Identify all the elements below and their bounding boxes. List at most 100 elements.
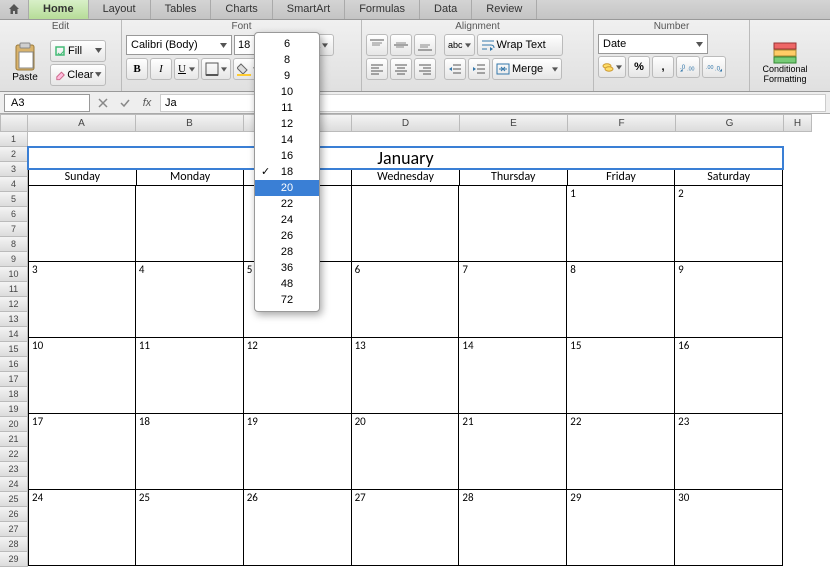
calendar-day-header[interactable]: Wednesday — [352, 169, 460, 186]
currency-button[interactable] — [598, 56, 626, 78]
tab-smartart[interactable]: SmartArt — [273, 0, 345, 19]
merge-button[interactable]: Merge — [492, 58, 562, 80]
font-size-option-36[interactable]: 36 — [255, 260, 319, 276]
fb-cancel-button[interactable] — [94, 94, 112, 112]
increase-decimal-button[interactable]: .0.00 — [676, 56, 700, 78]
row-header-24[interactable]: 24 — [0, 477, 28, 492]
calendar-cell[interactable]: 19 — [244, 414, 352, 490]
font-size-option-14[interactable]: 14 — [255, 132, 319, 148]
calendar-cell[interactable]: 17 — [28, 414, 136, 490]
calendar-cell[interactable]: 28 — [459, 490, 567, 566]
font-name-select[interactable]: Calibri (Body) — [126, 35, 232, 55]
column-header-E[interactable]: E — [460, 114, 568, 132]
calendar-cell[interactable] — [28, 186, 136, 262]
tab-charts[interactable]: Charts — [211, 0, 272, 19]
row-header-1[interactable]: 1 — [0, 132, 28, 147]
column-header-D[interactable]: D — [352, 114, 460, 132]
column-header-B[interactable]: B — [136, 114, 244, 132]
calendar-cell[interactable]: 25 — [136, 490, 244, 566]
tab-layout[interactable]: Layout — [89, 0, 151, 19]
calendar-cell[interactable]: 11 — [136, 338, 244, 414]
increase-indent-button[interactable] — [468, 58, 490, 80]
number-format-select[interactable]: Date — [598, 34, 708, 54]
calendar-cell[interactable]: 2 — [675, 186, 783, 262]
row-header-21[interactable]: 21 — [0, 432, 28, 447]
select-all-corner[interactable] — [0, 114, 28, 132]
calendar-cell[interactable]: 15 — [567, 338, 675, 414]
font-size-option-9[interactable]: 9 — [255, 68, 319, 84]
calendar-cell[interactable]: 29 — [567, 490, 675, 566]
italic-button[interactable]: I — [150, 58, 172, 80]
font-size-option-6[interactable]: 6 — [255, 36, 319, 52]
row-header-3[interactable]: 3 — [0, 162, 28, 177]
calendar-cell[interactable]: 24 — [28, 490, 136, 566]
row-header-19[interactable]: 19 — [0, 402, 28, 417]
conditional-formatting-button[interactable]: Conditional Formatting — [754, 36, 816, 90]
row-header-12[interactable]: 12 — [0, 297, 28, 312]
wrap-text-button[interactable]: Wrap Text — [477, 34, 563, 56]
column-header-F[interactable]: F — [568, 114, 676, 132]
tab-data[interactable]: Data — [420, 0, 472, 19]
name-box[interactable]: A3 — [4, 94, 90, 112]
row-header-27[interactable]: 27 — [0, 522, 28, 537]
calendar-cell[interactable] — [459, 186, 567, 262]
row-header-23[interactable]: 23 — [0, 462, 28, 477]
calendar-cell[interactable]: 22 — [567, 414, 675, 490]
calendar-cell[interactable]: 7 — [459, 262, 567, 338]
align-right-button[interactable] — [414, 58, 436, 80]
tab-tables[interactable]: Tables — [151, 0, 212, 19]
font-size-option-16[interactable]: 16 — [255, 148, 319, 164]
align-top-button[interactable] — [366, 34, 388, 56]
fb-enter-button[interactable] — [116, 94, 134, 112]
row-header-17[interactable]: 17 — [0, 372, 28, 387]
decrease-indent-button[interactable] — [444, 58, 466, 80]
font-size-option-26[interactable]: 26 — [255, 228, 319, 244]
tab-home-icon[interactable] — [0, 0, 29, 19]
row-header-16[interactable]: 16 — [0, 357, 28, 372]
align-middle-button[interactable] — [390, 34, 412, 56]
row-header-15[interactable]: 15 — [0, 342, 28, 357]
row-header-6[interactable]: 6 — [0, 207, 28, 222]
calendar-cell[interactable]: 1 — [567, 186, 675, 262]
row-header-14[interactable]: 14 — [0, 327, 28, 342]
orientation-button[interactable]: abc — [444, 34, 475, 56]
calendar-cell[interactable]: 10 — [28, 338, 136, 414]
percent-button[interactable]: % — [628, 56, 650, 78]
calendar-cell[interactable]: 14 — [459, 338, 567, 414]
column-header-H[interactable]: H — [784, 114, 812, 132]
tab-home[interactable]: Home — [29, 0, 89, 19]
calendar-day-header[interactable]: Sunday — [28, 169, 137, 186]
calendar-cell[interactable]: 26 — [244, 490, 352, 566]
calendar-cell[interactable] — [352, 186, 460, 262]
row-header-25[interactable]: 25 — [0, 492, 28, 507]
row-header-5[interactable]: 5 — [0, 192, 28, 207]
font-size-option-24[interactable]: 24 — [255, 212, 319, 228]
calendar-cell[interactable]: 21 — [459, 414, 567, 490]
font-size-option-8[interactable]: 8 — [255, 52, 319, 68]
calendar-day-header[interactable]: Thursday — [460, 169, 568, 186]
calendar-cell[interactable]: 13 — [352, 338, 460, 414]
calendar-day-header[interactable]: Saturday — [675, 169, 783, 186]
border-button[interactable] — [201, 58, 231, 80]
row-header-18[interactable]: 18 — [0, 387, 28, 402]
row-header-7[interactable]: 7 — [0, 222, 28, 237]
font-size-option-72[interactable]: 72 — [255, 292, 319, 308]
font-size-option-12[interactable]: 12 — [255, 116, 319, 132]
font-size-option-20[interactable]: 20 — [255, 180, 319, 196]
font-size-dropdown-list[interactable]: 689101112141618✓2022242628364872 — [254, 32, 320, 312]
font-size-option-11[interactable]: 11 — [255, 100, 319, 116]
tab-formulas[interactable]: Formulas — [345, 0, 420, 19]
row-header-2[interactable]: 2 — [0, 147, 28, 162]
calendar-cell[interactable]: 27 — [352, 490, 460, 566]
align-left-button[interactable] — [366, 58, 388, 80]
calendar-cell[interactable]: 30 — [675, 490, 783, 566]
calendar-cell[interactable]: 4 — [136, 262, 244, 338]
column-header-G[interactable]: G — [676, 114, 784, 132]
font-size-option-22[interactable]: 22 — [255, 196, 319, 212]
row-header-29[interactable]: 29 — [0, 552, 28, 567]
font-size-option-48[interactable]: 48 — [255, 276, 319, 292]
tab-review[interactable]: Review — [472, 0, 537, 19]
row-header-22[interactable]: 22 — [0, 447, 28, 462]
calendar-title-cell[interactable]: January — [28, 147, 783, 169]
row-header-26[interactable]: 26 — [0, 507, 28, 522]
